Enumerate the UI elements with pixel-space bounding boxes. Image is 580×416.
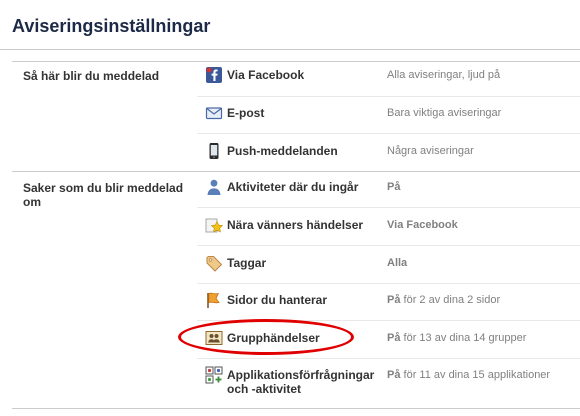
setting-value: På för 11 av dina 15 applikationer — [387, 369, 551, 381]
setting-value: Via Facebook — [387, 219, 458, 231]
row-divider — [197, 358, 580, 359]
section-divider-bottom — [12, 408, 580, 409]
star-icon — [205, 216, 223, 234]
setting-row-apps[interactable]: Applikationsförfrågningar och -aktivitet… — [197, 366, 580, 404]
setting-label: Applikationsförfrågningar och -aktivitet — [227, 368, 375, 396]
setting-label: Push-meddelanden — [227, 144, 338, 158]
row-divider — [197, 207, 580, 208]
flag-icon — [205, 291, 223, 309]
setting-row-activities[interactable]: Aktiviteter där du ingår På — [197, 178, 580, 216]
row-divider — [197, 245, 580, 246]
facebook-icon — [205, 66, 223, 84]
setting-row-close-friends[interactable]: Nära vänners händelser Via Facebook — [197, 216, 580, 254]
title-divider — [0, 49, 580, 50]
setting-label: Via Facebook — [227, 68, 305, 82]
row-divider — [197, 133, 580, 134]
setting-label: Taggar — [227, 256, 267, 270]
row-divider — [197, 96, 580, 97]
envelope-icon — [205, 104, 223, 122]
setting-row-via-facebook[interactable]: Via Facebook Alla aviseringar, ljud på — [197, 66, 580, 104]
setting-value: På för 2 av dina 2 sidor — [387, 294, 501, 306]
setting-row-tags[interactable]: Taggar Alla — [197, 254, 580, 292]
apps-icon — [205, 366, 223, 384]
tag-icon — [205, 254, 223, 272]
setting-value: Bara viktiga aviseringar — [387, 107, 502, 119]
setting-label: Nära vänners händelser — [227, 218, 364, 232]
section-divider — [12, 171, 580, 172]
section-label-how-notified: Så här blir du meddelad — [23, 69, 160, 83]
section-label-things-notified: Saker som du blir meddelad om — [23, 181, 184, 209]
setting-value: Några aviseringar — [387, 145, 474, 157]
setting-value: Alla aviseringar, ljud på — [387, 69, 501, 81]
section-divider — [12, 61, 580, 62]
setting-label: Sidor du hanterar — [227, 293, 328, 307]
setting-label: E-post — [227, 106, 265, 120]
setting-value: På för 13 av dina 14 grupper — [387, 332, 527, 344]
highlight-ellipse — [178, 319, 354, 355]
setting-row-push[interactable]: Push-meddelanden Några aviseringar — [197, 142, 580, 180]
setting-label: Aktiviteter där du ingår — [227, 180, 359, 194]
person-icon — [205, 178, 223, 196]
row-divider — [197, 283, 580, 284]
phone-icon — [205, 142, 223, 160]
page-title: Aviseringsinställningar — [12, 16, 211, 36]
setting-row-email[interactable]: E-post Bara viktiga aviseringar — [197, 104, 580, 142]
setting-value: Alla — [387, 257, 408, 269]
setting-value: På — [387, 181, 401, 193]
